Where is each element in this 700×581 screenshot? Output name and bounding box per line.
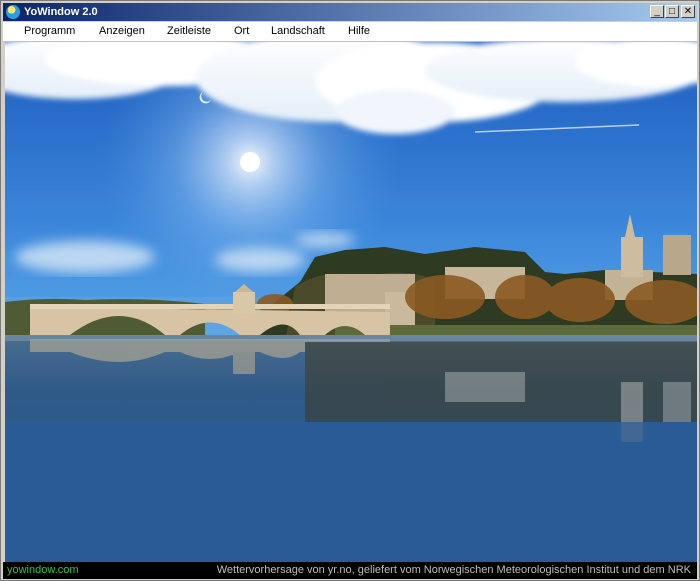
yowindow-app-icon[interactable] — [6, 5, 20, 19]
menu-zeitleiste[interactable]: Zeitleiste — [167, 25, 211, 38]
weather-landscape-view[interactable] — [5, 42, 697, 562]
sun-icon — [240, 152, 260, 172]
menu-hilfe[interactable]: Hilfe — [348, 25, 370, 38]
forecast-credit[interactable]: Wettervorhersage von yr.no, geliefert vo… — [217, 564, 691, 577]
minimize-button[interactable]: _ — [650, 5, 664, 18]
menu-ort[interactable]: Ort — [234, 25, 249, 38]
window-title: YoWindow 2.0 — [24, 6, 98, 18]
menu-bar: Programm Anzeigen Zeitleiste Ort Landsch… — [3, 22, 697, 42]
maximize-button[interactable]: □ — [665, 5, 679, 18]
yowindow-link[interactable]: yowindow.com — [7, 564, 79, 577]
menu-landschaft[interactable]: Landschaft — [271, 25, 325, 38]
app-window: YoWindow 2.0 _ □ ✕ Programm Anzeigen Zei… — [0, 0, 700, 581]
menu-programm[interactable]: Programm — [24, 25, 75, 38]
status-bar: yowindow.com Wettervorhersage von yr.no,… — [3, 562, 697, 579]
landscape-scene — [5, 42, 697, 562]
close-button[interactable]: ✕ — [681, 5, 695, 18]
title-bar[interactable]: YoWindow 2.0 _ □ ✕ — [3, 3, 697, 21]
menu-anzeigen[interactable]: Anzeigen — [99, 25, 145, 38]
